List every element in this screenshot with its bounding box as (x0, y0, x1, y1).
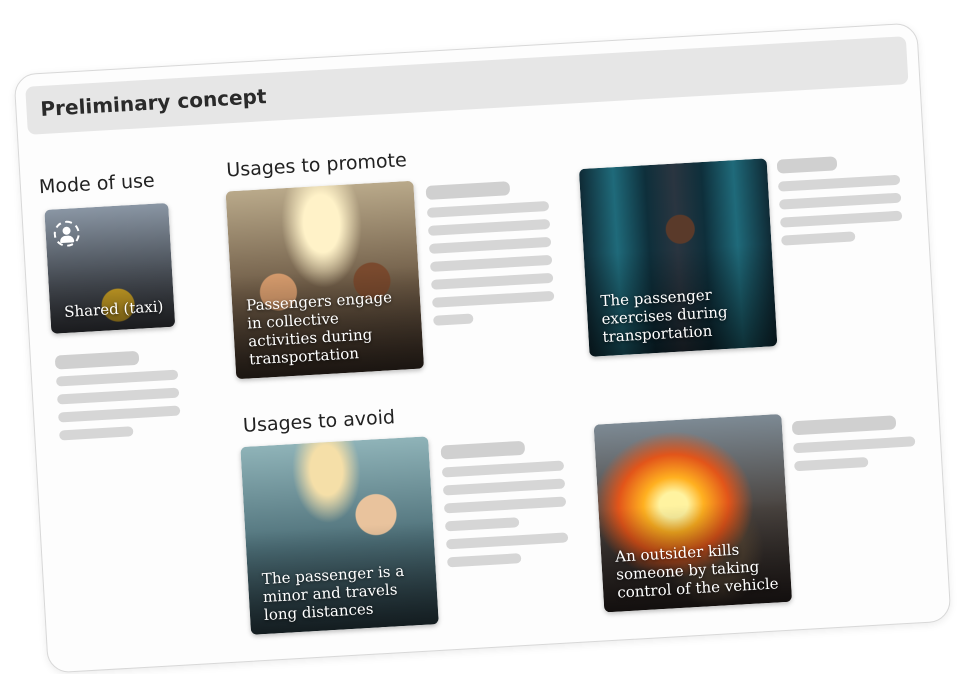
usages-to-avoid-title: Usages to avoid (242, 406, 396, 437)
header-bar: Preliminary concept (25, 36, 909, 135)
avoid-card-minor-long-distance[interactable]: The passenger is a minor and travels lon… (240, 436, 439, 635)
avoid-card-label: An outsider kills someone by taking cont… (614, 540, 780, 602)
avoid-card-vehicle-hijack[interactable]: An outsider kills someone by taking cont… (593, 413, 793, 613)
user-dashed-circle-icon (53, 220, 81, 248)
mode-of-use-title: Mode of use (38, 169, 156, 199)
promote-card-exercise[interactable]: The passenger exercises during transport… (578, 158, 778, 357)
promote-card-collective-activities[interactable]: Passengers engage in collective activiti… (225, 180, 425, 380)
usages-to-promote-title: Usages to promote (225, 149, 408, 182)
concept-board: Preliminary concept Mode of use Shared (… (13, 22, 952, 674)
avoid-card-label: The passenger is a minor and travels lon… (261, 561, 405, 625)
page-title: Preliminary concept (39, 84, 268, 122)
promote-card-label: The passenger exercises during transport… (599, 285, 728, 347)
mode-card-shared-taxi[interactable]: Shared (taxi) (44, 202, 176, 334)
promote-card-label: Passengers engage in collective activiti… (245, 288, 393, 369)
